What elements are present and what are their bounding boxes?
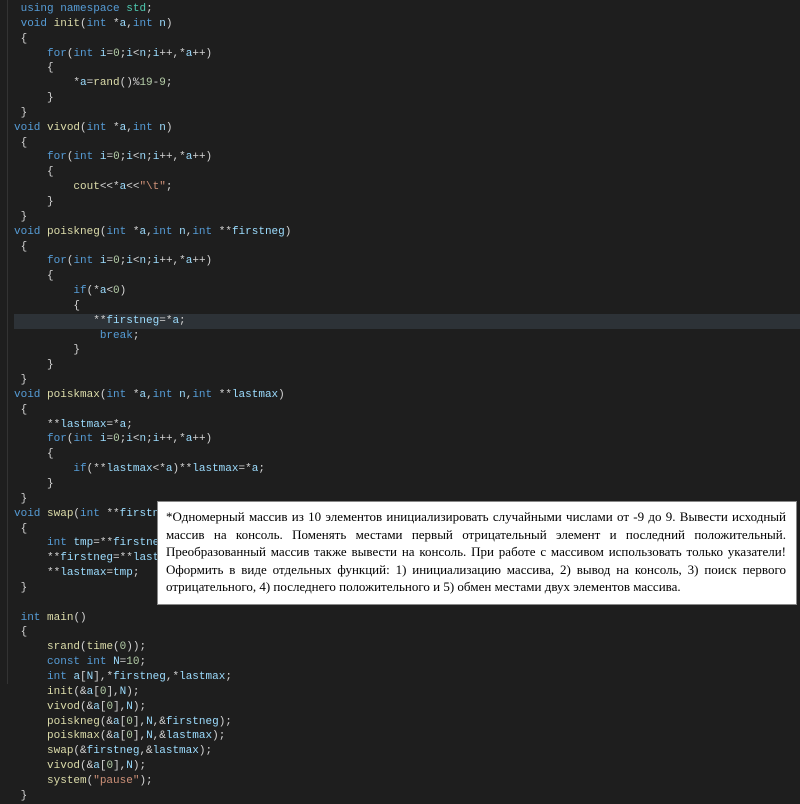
code-line[interactable]: using namespace std;	[14, 2, 800, 17]
gutter	[0, 0, 8, 684]
code-line[interactable]: {	[14, 136, 800, 151]
code-line[interactable]: }	[14, 477, 800, 492]
code-line[interactable]: void vivod(int *a,int n)	[14, 121, 800, 136]
code-line[interactable]: **lastmax=*a;	[14, 418, 800, 433]
code-line[interactable]: srand(time(0));	[14, 640, 800, 655]
code-line[interactable]: }	[14, 789, 800, 804]
code-line[interactable]: {	[14, 625, 800, 640]
code-line[interactable]: {	[14, 299, 800, 314]
code-line[interactable]: }	[14, 373, 800, 388]
code-line[interactable]: void poiskmax(int *a,int n,int **lastmax…	[14, 388, 800, 403]
code-line[interactable]: }	[14, 195, 800, 210]
code-line[interactable]: }	[14, 343, 800, 358]
code-line[interactable]: int main()	[14, 611, 800, 626]
code-line[interactable]: }	[14, 106, 800, 121]
code-editor[interactable]: using namespace std; void init(int *a,in…	[0, 0, 800, 684]
code-line[interactable]: for(int i=0;i<n;i++,*a++)	[14, 47, 800, 62]
code-line[interactable]: vivod(&a[0],N);	[14, 759, 800, 774]
code-line[interactable]: void init(int *a,int n)	[14, 17, 800, 32]
code-line[interactable]: for(int i=0;i<n;i++,*a++)	[14, 432, 800, 447]
code-line[interactable]: {	[14, 447, 800, 462]
code-line[interactable]: cout<<*a<<"\t";	[14, 180, 800, 195]
code-line[interactable]: }	[14, 91, 800, 106]
code-line[interactable]: for(int i=0;i<n;i++,*a++)	[14, 150, 800, 165]
code-line[interactable]: **firstneg=*a;	[14, 314, 800, 329]
task-overlay: *Одномерный массив из 10 элементов иници…	[157, 501, 797, 605]
code-line[interactable]: poiskmax(&a[0],N,&lastmax);	[14, 729, 800, 744]
code-line[interactable]: void poiskneg(int *a,int n,int **firstne…	[14, 225, 800, 240]
code-line[interactable]: break;	[14, 329, 800, 344]
code-line[interactable]: {	[14, 32, 800, 47]
code-line[interactable]: {	[14, 165, 800, 180]
code-line[interactable]: if(*a<0)	[14, 284, 800, 299]
code-line[interactable]: {	[14, 269, 800, 284]
task-text: *Одномерный массив из 10 элементов иници…	[166, 509, 786, 594]
code-line[interactable]: *a=rand()%19-9;	[14, 76, 800, 91]
code-line[interactable]: {	[14, 61, 800, 76]
code-line[interactable]: if(**lastmax<*a)**lastmax=*a;	[14, 462, 800, 477]
code-line[interactable]: {	[14, 240, 800, 255]
code-line[interactable]: swap(&firstneg,&lastmax);	[14, 744, 800, 759]
code-line[interactable]: init(&a[0],N);	[14, 685, 800, 700]
code-line[interactable]: {	[14, 403, 800, 418]
code-line[interactable]: poiskneg(&a[0],N,&firstneg);	[14, 715, 800, 730]
code-line[interactable]: vivod(&a[0],N);	[14, 700, 800, 715]
code-line[interactable]: system("pause");	[14, 774, 800, 789]
code-line[interactable]: for(int i=0;i<n;i++,*a++)	[14, 254, 800, 269]
code-line[interactable]: }	[14, 358, 800, 373]
code-line[interactable]: }	[14, 210, 800, 225]
code-line[interactable]: const int N=10;	[14, 655, 800, 670]
code-line[interactable]: int a[N],*firstneg,*lastmax;	[14, 670, 800, 685]
